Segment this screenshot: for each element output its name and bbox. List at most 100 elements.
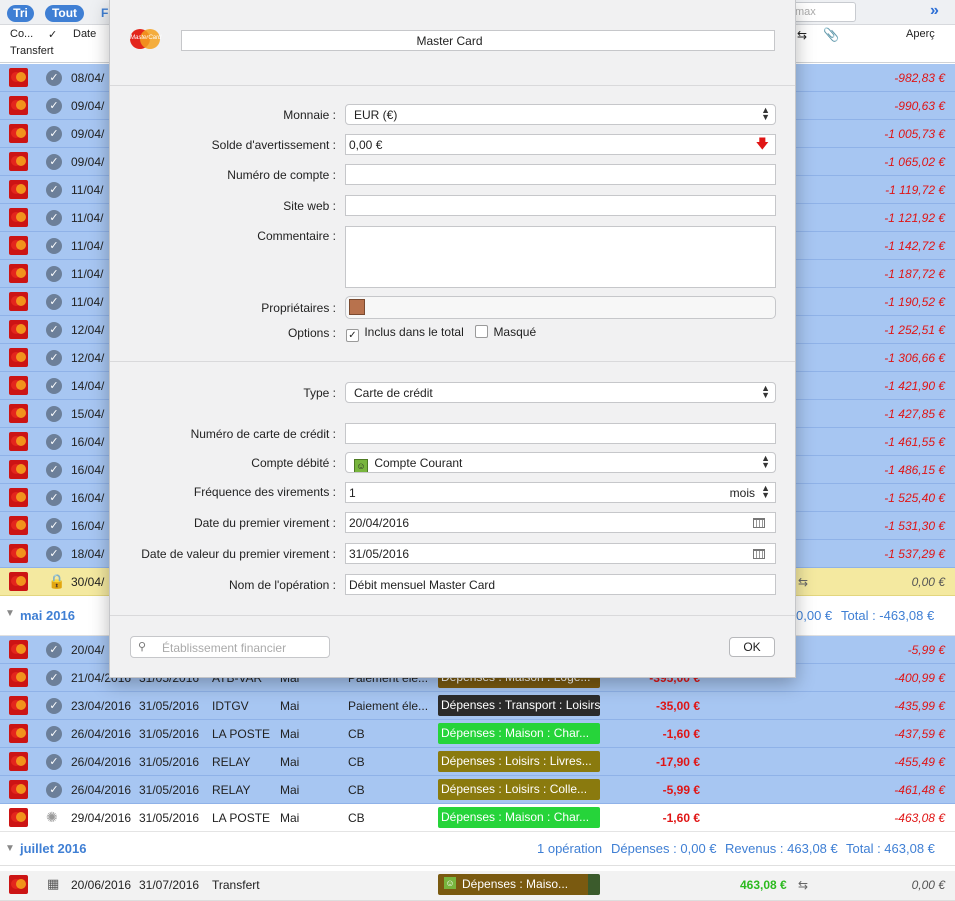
checkmark-icon[interactable]: ✓ [46,98,62,114]
transaction-row[interactable]: ✓ 23/04/2016 31/05/2016 IDTGV Mai Paiement él… [0,692,955,720]
calendar-icon[interactable] [753,549,765,559]
checkmark-icon[interactable]: ✓ [46,490,62,506]
updown-chevron-icon[interactable]: ▲ ▼ [761,484,770,500]
row-date: 15/04/ [71,407,105,421]
include-total-checkbox[interactable]: ✓ [346,329,359,342]
calendar-icon[interactable] [753,518,765,528]
row-value-date: 31/05/2016 [139,727,200,741]
mastercard-logo-icon: MasterCard [130,29,162,49]
spinner-icon: ✺ [46,809,58,825]
transaction-row[interactable]: ✓ 26/04/2016 31/05/2016 RELAY Mai CB Dépenses … [0,748,955,776]
max-amount-input[interactable]: max [786,2,856,22]
column-apercu[interactable]: Aperç [906,28,935,40]
juillet-transaction-row[interactable]: ▦ 20/06/2016 31/07/2016 Transfert ☺ Dépe… [0,871,955,901]
account-number-label: Numéro de compte : [227,168,336,182]
checkmark-icon[interactable]: ✓ [46,126,62,142]
hidden-checkbox[interactable] [475,325,489,338]
logo-text: MasterCard [130,35,162,41]
account-number-field[interactable] [345,164,776,185]
checkmark-icon[interactable]: ✓ [46,518,62,534]
checkmark-icon[interactable]: ✓ [46,462,62,478]
transaction-row[interactable]: ✓ 26/04/2016 31/05/2016 LA POSTE Mai CB Dépens… [0,720,955,748]
mastercard-icon [9,180,28,199]
checkmark-icon[interactable]: ✓ [46,670,62,686]
disclosure-triangle-icon[interactable]: ▼ [5,608,15,619]
transfer-frequency-field[interactable]: 1 mois ▲ ▼ [345,482,776,503]
warning-balance-label: Solde d'avertissement : [211,138,336,152]
calendar-icon: ▦ [47,876,60,891]
account-name-field[interactable]: Master Card [181,30,775,51]
operation-name-field[interactable]: Débit mensuel Master Card [345,574,776,595]
checkmark-icon[interactable]: ✓ [46,546,62,562]
first-transfer-date-field[interactable]: 20/04/2016 [345,512,776,533]
checkmark-icon[interactable]: ✓ [46,698,62,714]
divider [110,361,795,362]
bank-search-field[interactable]: ⚲ Établissement financier [130,636,330,658]
checkmark-icon[interactable]: ✓ [46,378,62,394]
row-balance: -1 531,30 € [884,519,945,533]
row-amount: -35,00 € [655,699,700,713]
row-month: Mai [280,755,300,769]
row-category: Dépenses : Maison : Char... [438,807,600,828]
ok-button[interactable]: OK [729,637,775,657]
transaction-row[interactable]: ✺ 29/04/2016 31/05/2016 LA POSTE Mai CB Dépens… [0,804,955,832]
checkmark-icon[interactable]: ✓ [46,294,62,310]
mastercard-icon [9,544,28,563]
hidden-label: Masqué [493,325,537,339]
checkmark-icon[interactable]: ✓ [46,754,62,770]
website-field[interactable] [345,195,776,216]
frequency-unit[interactable]: mois [730,486,755,500]
row-date: 08/04/ [71,71,105,85]
row-date: 23/04/2016 [71,699,132,713]
row-amount: -1,60 € [662,811,700,825]
checkmark-icon[interactable]: ✓ [46,210,62,226]
mastercard-icon [9,320,28,339]
transfer-arrows-icon: ⇆ [798,575,809,589]
checkmark-icon[interactable]: ✓ [46,782,62,798]
warning-balance-field[interactable]: 0,00 € 🡇 [345,134,776,155]
checkmark-icon[interactable]: ✓ [46,322,62,338]
owner-avatar[interactable] [349,299,365,315]
checkmark-icon[interactable]: ✓ [46,154,62,170]
row-payee: LA POSTE [212,727,271,741]
group-header-juillet[interactable]: ▼ juillet 2016 1 opération Dépenses : 0,… [0,832,955,866]
row-month: Mai [280,811,300,825]
column-check[interactable]: ✓ [48,28,57,41]
row-date: 26/04/2016 [71,783,132,797]
all-button[interactable]: Tout [45,5,84,22]
owners-token-field[interactable] [345,296,776,319]
column-date[interactable]: Date [73,28,96,40]
column-transfer[interactable]: Transfert [10,45,54,57]
currency-select[interactable]: EUR (€) ▲ ▼ [345,104,776,125]
row-balance: 0,00 € [911,878,945,892]
sort-button[interactable]: Tri [7,5,34,22]
checkmark-icon[interactable]: ✓ [46,642,62,658]
checkmark-icon[interactable]: ✓ [46,70,62,86]
row-payee: RELAY [212,755,251,769]
first-value-date-field[interactable]: 31/05/2016 [345,543,776,564]
type-select[interactable]: Carte de crédit ▲ ▼ [345,382,776,403]
comment-textarea[interactable] [345,226,776,288]
mastercard-icon [9,668,28,687]
card-number-field[interactable] [345,423,776,444]
group-title: juillet 2016 [20,841,87,856]
red-down-arrow-icon[interactable]: 🡇 [756,135,769,154]
transaction-row[interactable]: ✓ 26/04/2016 31/05/2016 RELAY Mai CB Dépenses … [0,776,955,804]
row-balance: -400,99 € [894,671,945,685]
checkmark-icon[interactable]: ✓ [46,726,62,742]
row-date: 12/04/ [71,323,105,337]
checkmark-icon[interactable]: ✓ [46,350,62,366]
checkmark-icon[interactable]: ✓ [46,238,62,254]
checkmark-icon[interactable]: ✓ [46,406,62,422]
column-co[interactable]: Co... [10,28,33,40]
checkmark-icon[interactable]: ✓ [46,182,62,198]
row-amount: -1,60 € [662,727,700,741]
disclosure-triangle-icon[interactable]: ▼ [5,843,15,854]
mastercard-icon [9,640,28,659]
mastercard-icon [9,68,28,87]
debited-account-select[interactable]: ☺ Compte Courant ▲ ▼ [345,452,776,473]
checkmark-icon[interactable]: ✓ [46,266,62,282]
checkmark-icon[interactable]: ✓ [46,434,62,450]
double-chevron-right-icon[interactable]: » [930,2,939,20]
mastercard-icon [9,572,28,591]
